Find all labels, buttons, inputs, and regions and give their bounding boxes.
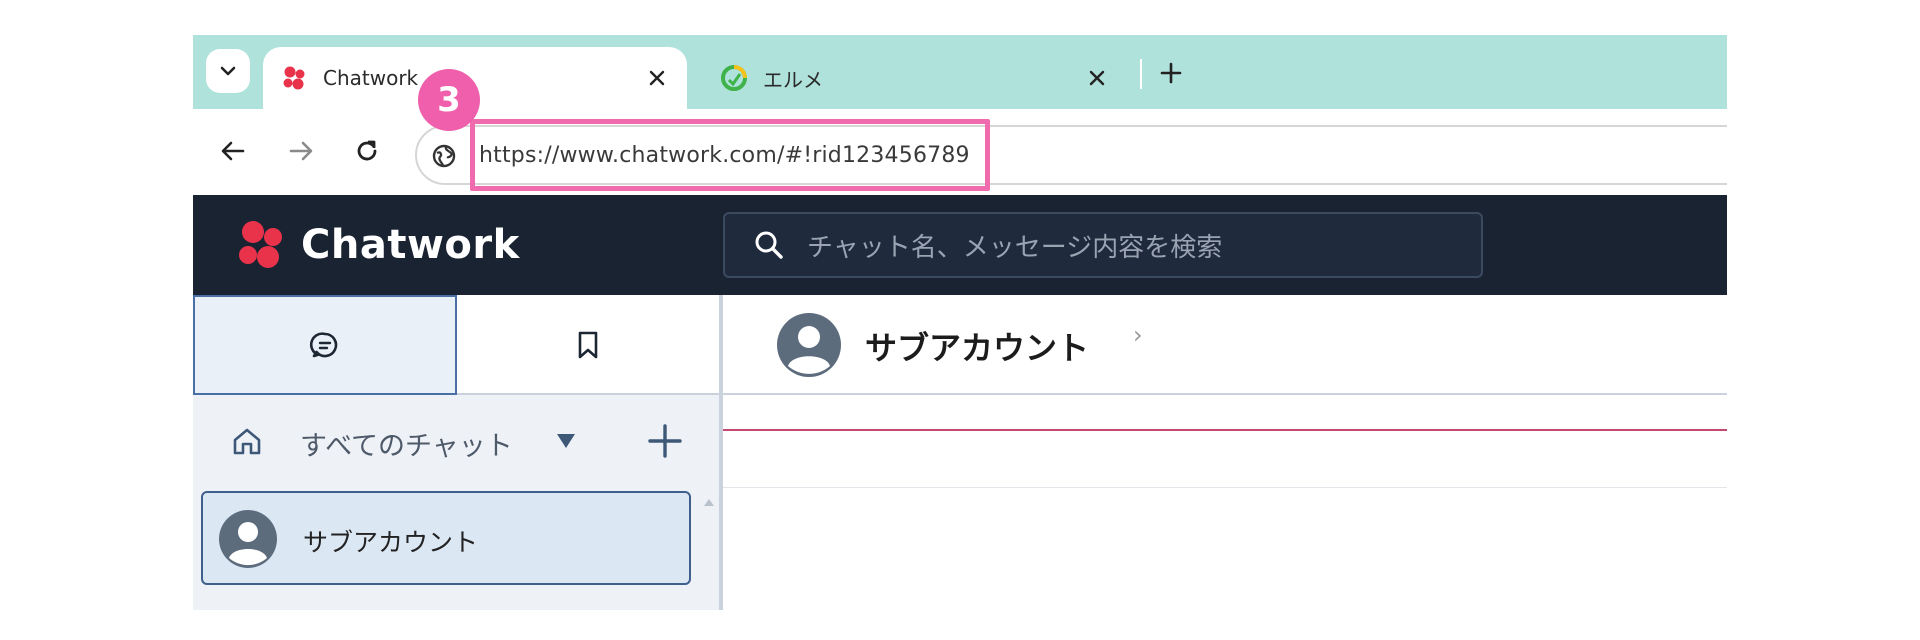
new-tab-button[interactable] (1153, 55, 1189, 91)
chatwork-logo[interactable]: Chatwork (233, 215, 520, 275)
sidebar-tabs (193, 295, 721, 395)
globe-icon (432, 144, 456, 168)
unread-divider (723, 429, 1727, 431)
tab-title: エルメ (763, 67, 823, 92)
site-info-button[interactable] (429, 141, 459, 171)
forward-button[interactable] (281, 131, 321, 171)
search-icon (755, 231, 783, 259)
room-list-pane: すべてのチャット サブアカウント (193, 395, 721, 610)
tab-chats[interactable] (193, 295, 457, 395)
arrow-right-icon (289, 141, 313, 161)
section-divider (723, 487, 1727, 488)
reload-button[interactable] (347, 131, 387, 171)
arrow-left-icon (221, 141, 245, 161)
back-button[interactable] (213, 131, 253, 171)
add-chat-button[interactable] (645, 421, 685, 461)
tab-separator (1140, 59, 1142, 89)
tab-bookmarks[interactable] (457, 295, 721, 395)
message-area (723, 397, 1727, 610)
room-title-arrow-icon[interactable]: › (1133, 321, 1143, 349)
room-title: サブアカウント (865, 329, 1090, 367)
scroll-up-arrow-icon[interactable] (701, 495, 717, 509)
url-highlight-box (470, 119, 990, 191)
tab-title: Chatwork (323, 66, 419, 90)
room-list-item[interactable]: サブアカウント (201, 491, 691, 585)
caret-down-icon[interactable] (555, 431, 577, 451)
close-icon (1089, 70, 1105, 86)
chat-filter-dropdown[interactable]: すべてのチャット (300, 424, 513, 463)
chatwork-header: Chatwork チャット名、メッセージ内容を検索 (193, 195, 1727, 295)
room-header: サブアカウント › (723, 295, 1727, 395)
close-tab-button[interactable] (643, 64, 671, 92)
avatar (219, 510, 277, 568)
home-icon (233, 428, 261, 455)
brand-name: Chatwork (301, 222, 520, 268)
tab-lme[interactable]: エルメ (703, 47, 1127, 109)
plus-icon (1160, 62, 1182, 84)
browser-window: Chatwork エルメ https://www.chatwork.com/#!… (193, 35, 1727, 610)
step-number-badge: 3 (418, 69, 480, 131)
bookmark-icon (578, 331, 598, 359)
chatwork-logo-icon (239, 221, 282, 268)
chatwork-logo-icon (279, 63, 309, 93)
room-name: サブアカウント (303, 528, 479, 557)
close-icon (649, 70, 665, 86)
avatar (777, 313, 841, 377)
search-placeholder: チャット名、メッセージ内容を検索 (807, 232, 1223, 263)
chat-search-input[interactable]: チャット名、メッセージ内容を検索 (723, 212, 1483, 278)
chevron-down-icon (220, 66, 236, 76)
close-tab-button[interactable] (1083, 64, 1111, 92)
lme-logo-icon (719, 63, 749, 93)
chat-bubble-icon (309, 332, 338, 358)
tab-search-dropdown[interactable] (206, 49, 250, 93)
reload-icon (357, 140, 377, 161)
chat-filter-row: すべてのチャット (193, 395, 721, 485)
